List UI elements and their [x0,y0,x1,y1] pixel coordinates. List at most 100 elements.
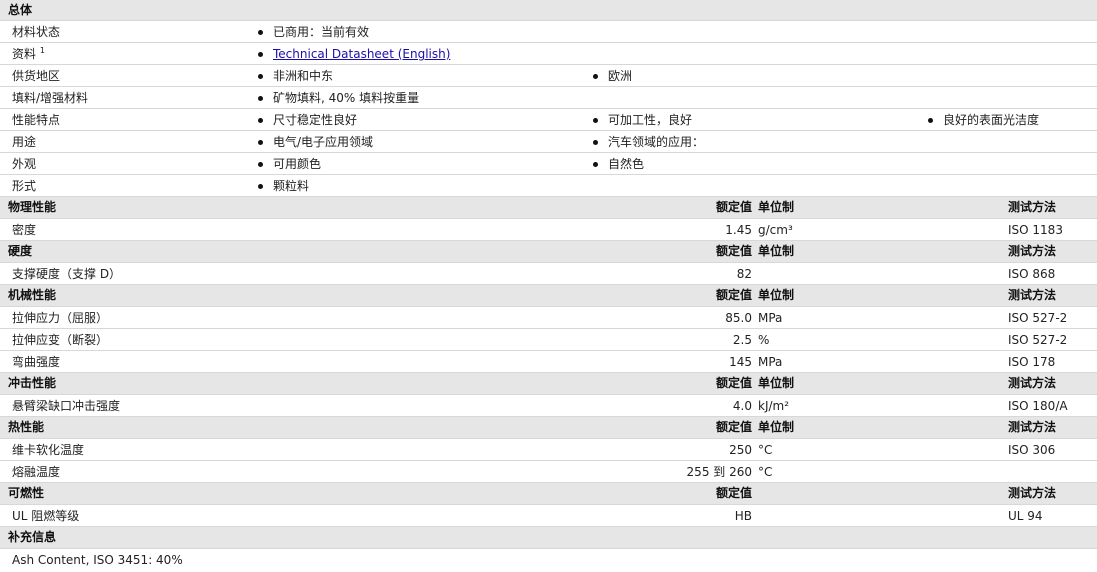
row-value: HB [734,509,752,523]
use-item: 汽车领域的应用： [593,131,704,153]
nominal-header: 额定值 [715,420,752,434]
row-unit: g/cm³ [758,223,793,237]
method-header: 测试方法 [1008,486,1057,500]
row-tensile-strain: 拉伸应变（断裂） 2.5 % ISO 527-2 [0,329,1097,351]
row-unit: % [758,333,770,347]
appearance-item: 可用颜色 [258,153,321,175]
technical-datasheet-link[interactable]: Technical Datasheet (English) [273,43,450,65]
method-header: 测试方法 [1008,420,1057,434]
row-unit: °C [758,443,773,457]
bullet-icon [258,73,263,79]
row-features: 性能特点 尺寸稳定性良好 可加工性，良好 良好的表面光洁度 [0,109,1097,131]
bullet-icon [593,161,598,167]
row-appearance: 外观 可用颜色 自然色 [0,153,1097,175]
row-value: 250 [729,443,752,457]
row-tensile-stress: 拉伸应力（屈服） 85.0 MPa ISO 527-2 [0,307,1097,329]
row-method: ISO 868 [1008,267,1056,281]
row-label: 形式 [12,179,37,193]
row-value: 1.45 [725,223,752,237]
section-title: 机械性能 [8,288,57,302]
unit-header: 单位制 [758,420,795,434]
unit-header: 单位制 [758,244,795,258]
row-value: 255 到 260 [686,465,752,479]
method-header: 测试方法 [1008,200,1057,214]
row-method: ISO 178 [1008,355,1056,369]
section-title: 硬度 [8,244,33,258]
row-form: 形式 颗粒料 [0,175,1097,197]
row-density: 密度 1.45 g/cm³ ISO 1183 [0,219,1097,241]
section-title: 补充信息 [8,530,57,544]
section-title: 总体 [8,3,33,17]
row-vicat: 维卡软化温度 250 °C ISO 306 [0,439,1097,461]
section-general: 总体 [0,0,1097,21]
row-method: ISO 306 [1008,443,1056,457]
row-method: ISO 527-2 [1008,311,1068,325]
section-title: 冲击性能 [8,376,57,390]
row-method: ISO 180/A [1008,399,1068,413]
nominal-header: 额定值 [715,244,752,258]
nominal-header: 额定值 [715,486,752,500]
ash-content-text: Ash Content, ISO 3451: 40% [12,553,183,567]
row-filler: 填料/增强材料 矿物填料, 40% 填料按重量 [0,87,1097,109]
bullet-icon [258,183,263,189]
row-ul-rating: UL 阻燃等级 HB UL 94 [0,505,1097,527]
bullet-icon [593,139,598,145]
row-label: 支撑硬度（支撑 D） [12,267,122,281]
bullet-icon [258,139,263,145]
row-value: 2.5 [732,333,752,347]
row-value: 85.0 [725,311,752,325]
row-izod-impact: 悬臂梁缺口冲击强度 4.0 kJ/m² ISO 180/A [0,395,1097,417]
bullet-icon [593,73,598,79]
section-impact: 冲击性能 额定值 单位制 测试方法 [0,373,1097,395]
row-label: 外观 [12,157,37,171]
section-mechanical: 机械性能 额定值 单位制 测试方法 [0,285,1097,307]
bullet-icon [258,95,263,101]
bullet-icon [258,51,263,57]
section-title: 物理性能 [8,200,57,214]
section-flammability: 可燃性 额定值 测试方法 [0,483,1097,505]
filler-item: 矿物填料, 40% 填料按重量 [258,87,419,109]
nominal-header: 额定值 [715,376,752,390]
region-item: 非洲和中东 [258,65,333,87]
row-method: UL 94 [1008,509,1043,523]
row-unit: °C [758,465,773,479]
row-flexural-strength: 弯曲强度 145 MPa ISO 178 [0,351,1097,373]
row-label: 资料 1 [12,46,45,62]
status-value: 已商用：当前有效 [258,21,369,43]
nominal-header: 额定值 [715,200,752,214]
row-label: UL 阻燃等级 [12,509,80,523]
row-label: 性能特点 [12,113,61,127]
row-label: 熔融温度 [12,465,61,479]
row-value: 82 [736,267,752,281]
row-material-status: 材料状态 已商用：当前有效 [0,21,1097,43]
bullet-icon [258,161,263,167]
unit-header: 单位制 [758,200,795,214]
section-supplementary: 补充信息 [0,527,1097,549]
row-melt-temp: 熔融温度 255 到 260 °C [0,461,1097,483]
row-method: ISO 1183 [1008,223,1063,237]
nominal-header: 额定值 [715,288,752,302]
method-header: 测试方法 [1008,244,1057,258]
region-item: 欧洲 [593,65,632,87]
bullet-icon [258,117,263,123]
datasheet: 总体 材料状态 已商用：当前有效 资料 1 Technical Datashee… [0,0,1097,571]
bullet-icon [593,117,598,123]
feature-item: 良好的表面光洁度 [928,109,1039,131]
row-value: 4.0 [732,399,752,413]
unit-header: 单位制 [758,376,795,390]
row-label: 拉伸应力（屈服） [12,311,109,325]
row-shore-hardness: 支撑硬度（支撑 D） 82 ISO 868 [0,263,1097,285]
row-documents: 资料 1 Technical Datasheet (English) [0,43,1097,65]
unit-header: 单位制 [758,288,795,302]
row-label: 维卡软化温度 [12,443,85,457]
use-item: 电气/电子应用领域 [258,131,373,153]
section-title: 热性能 [8,420,45,434]
section-physical: 物理性能 额定值 单位制 测试方法 [0,197,1097,219]
appearance-item: 自然色 [593,153,644,175]
row-value: 145 [729,355,752,369]
row-label: 材料状态 [12,25,61,39]
row-supply-region: 供货地区 非洲和中东 欧洲 [0,65,1097,87]
row-uses: 用途 电气/电子应用领域 汽车领域的应用： [0,131,1097,153]
row-label: 供货地区 [12,69,61,83]
row-label: 悬臂梁缺口冲击强度 [12,399,121,413]
